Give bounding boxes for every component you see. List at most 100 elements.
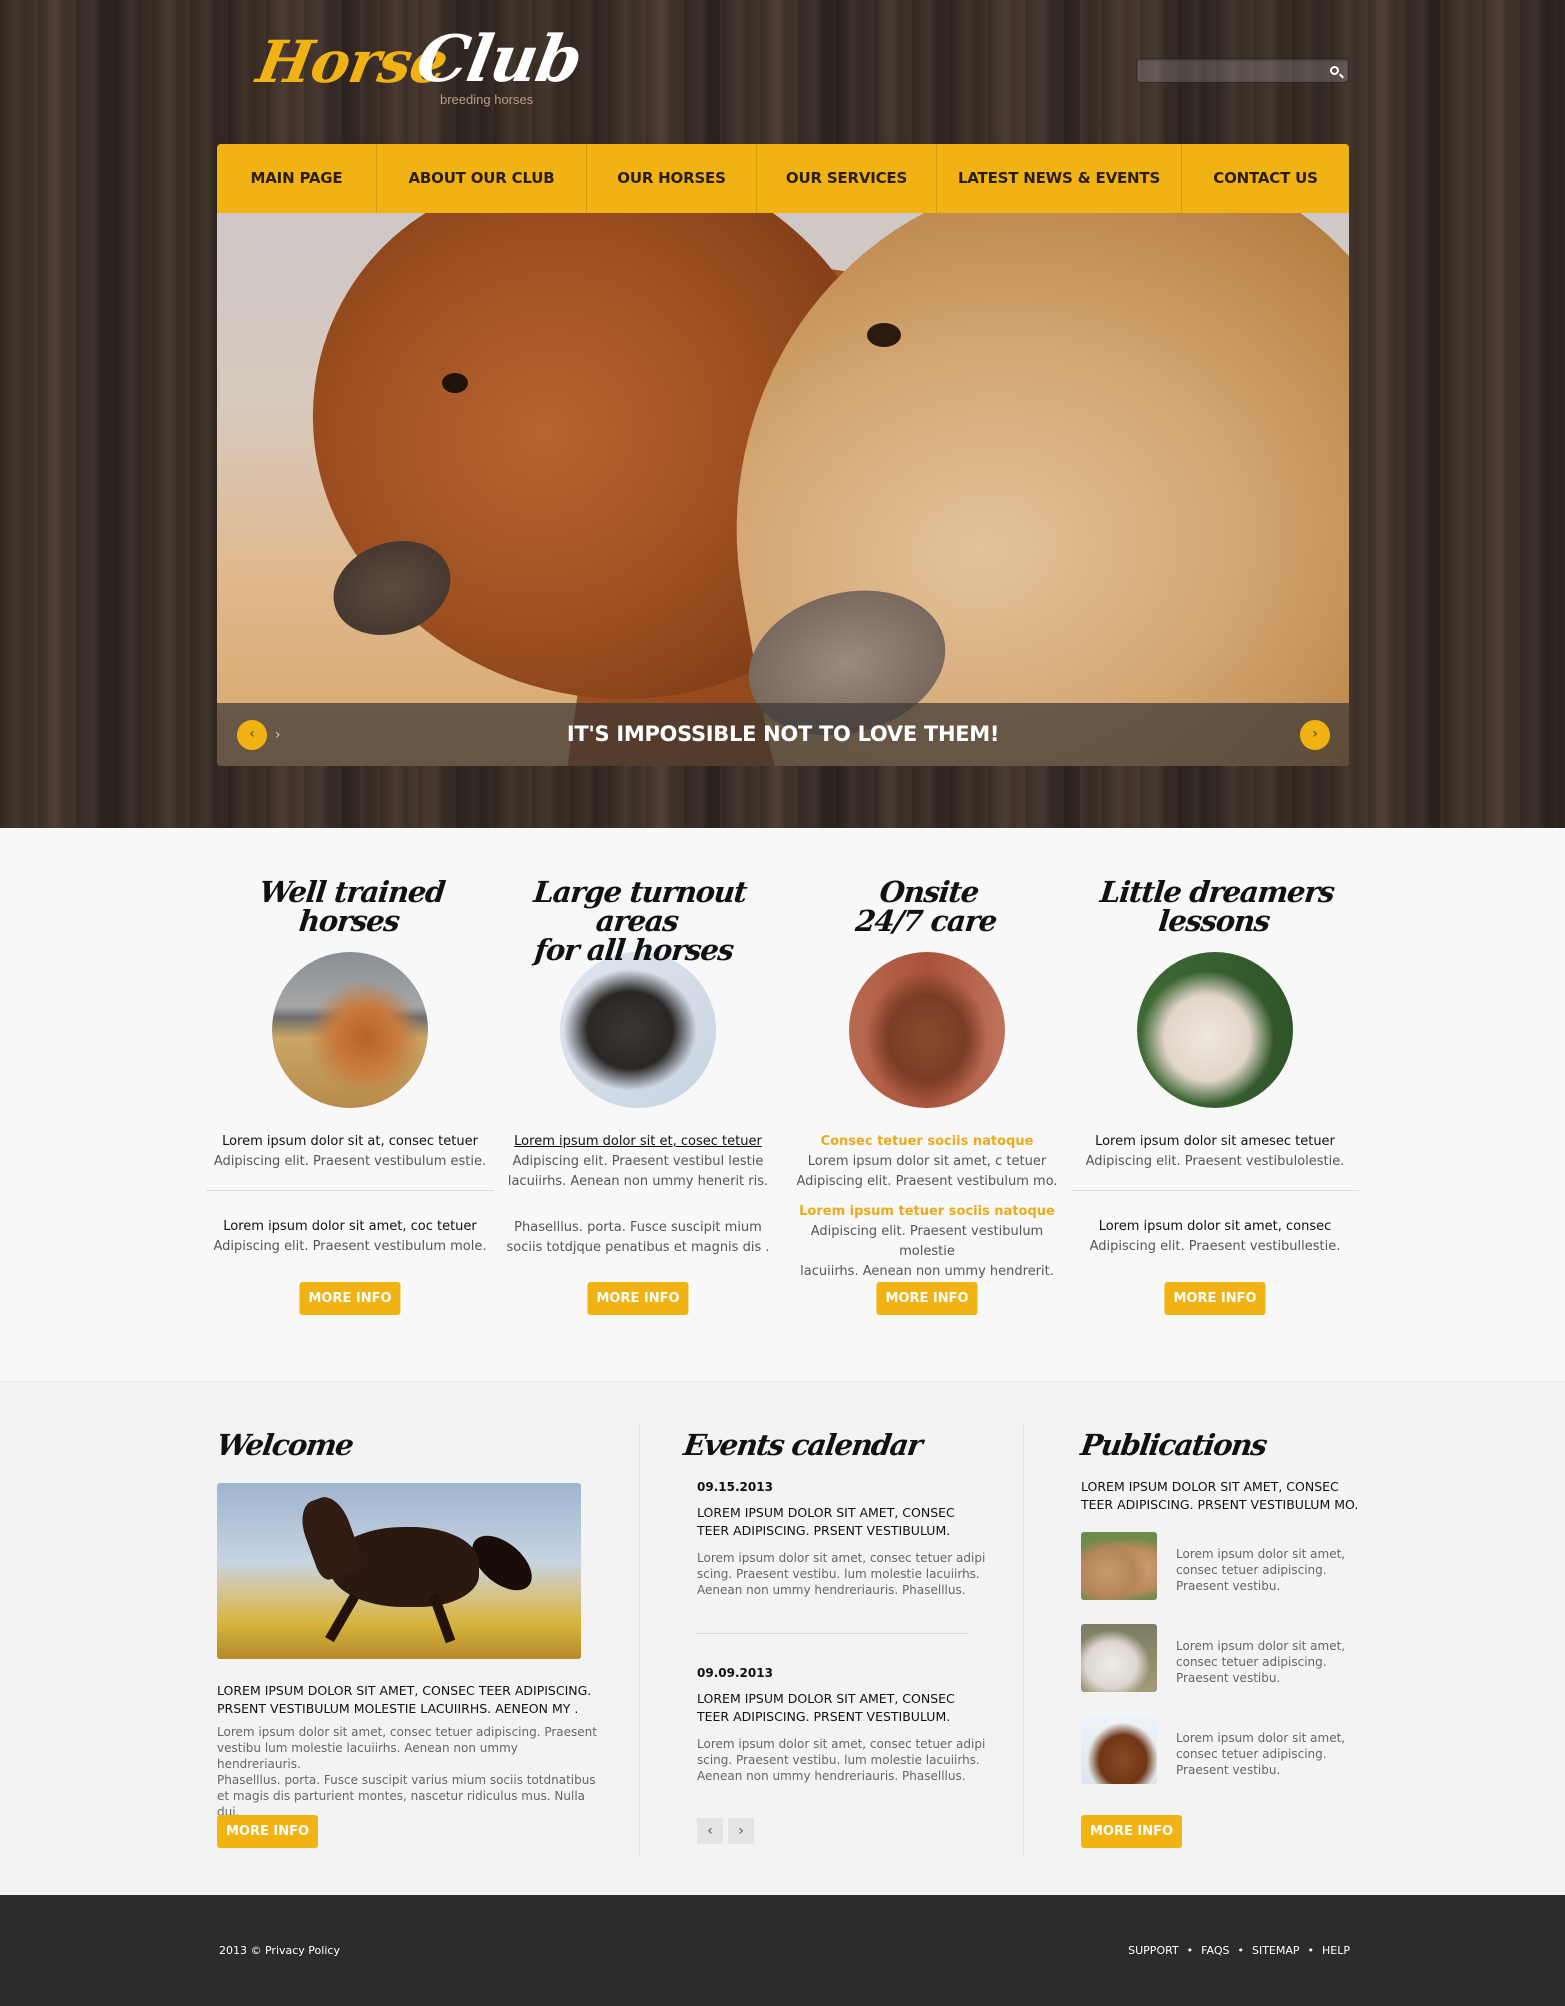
- feature-text: Adipiscing elit. Praesent vestibulum mo.: [796, 1174, 1058, 1189]
- events-next-button[interactable]: ›: [728, 1818, 754, 1844]
- main-nav: MAIN PAGE ABOUT OUR CLUB OUR HORSES OUR …: [217, 144, 1349, 213]
- chevron-right-icon: ›: [1312, 726, 1318, 742]
- publication-text: Lorem ipsum dolor sit amet, consec tetue…: [1176, 1731, 1346, 1777]
- feature-title: Large turnout areas for all horses: [532, 875, 748, 967]
- footer-link-faqs[interactable]: FAQS: [1201, 1944, 1229, 1957]
- more-info-button[interactable]: MORE INFO: [1164, 1282, 1266, 1315]
- divider: [206, 1190, 494, 1191]
- feature-lead-link[interactable]: Lorem ipsum dolor sit et, cosec tetuer: [494, 1132, 782, 1152]
- publication-thumbnail-white-horses: [1081, 1624, 1157, 1692]
- feature-title: Onsite 24/7 care: [853, 875, 999, 938]
- publications-column: Publications LOREM IPSUM DOLOR SIT AMET,…: [1078, 1383, 1361, 1895]
- feature-lead: Lorem ipsum dolor sit amesec tetuer: [1095, 1134, 1335, 1149]
- feature-text: sociis totdjque penatibus et magnis dis …: [506, 1240, 770, 1255]
- footer-copyright-privacy-link[interactable]: 2013 © Privacy Policy: [219, 1944, 340, 1957]
- event-divider: [697, 1633, 967, 1634]
- events-column: Events calendar 09.15.2013 LOREM IPSUM D…: [681, 1383, 987, 1895]
- feature-turnout-areas: Large turnout areas for all horses Lorem…: [494, 828, 782, 1315]
- events-title: Events calendar: [681, 1428, 924, 1462]
- feature-image-white-horse: [1137, 952, 1293, 1108]
- welcome-heading: LOREM IPSUM DOLOR SIT AMET, CONSEC TEER …: [217, 1683, 592, 1716]
- footer: 2013 © Privacy Policy SUPPORT • FAQS • S…: [0, 1895, 1565, 2006]
- column-divider: [639, 1425, 640, 1855]
- chevron-right-icon: ›: [738, 1823, 744, 1839]
- event-body: Lorem ipsum dolor sit amet, consec tetue…: [697, 1737, 986, 1783]
- event-heading[interactable]: LOREM IPSUM DOLOR SIT AMET, CONSEC TEER …: [697, 1504, 987, 1540]
- feature-text: Lorem ipsum dolor sit amet, c tetuer: [807, 1154, 1047, 1169]
- feature-text: Adipiscing elit. Praesent vestibullestie…: [1089, 1239, 1341, 1254]
- publication-text: Lorem ipsum dolor sit amet, consec tetue…: [1176, 1639, 1346, 1685]
- more-info-button[interactable]: MORE INFO: [876, 1282, 978, 1315]
- nav-item-latest-news-events[interactable]: LATEST NEWS & EVENTS: [937, 144, 1182, 213]
- feature-highlight: Consec tetuer sociis natoque: [820, 1134, 1034, 1149]
- event-item: 09.15.2013 LOREM IPSUM DOLOR SIT AMET, C…: [697, 1480, 987, 1598]
- feature-text: Adipiscing elit. Praesent vestibulum est…: [213, 1154, 487, 1169]
- logo-word-club: Club: [411, 22, 588, 97]
- feature-onsite-care: Onsite 24/7 care Consec tetuer sociis na…: [783, 828, 1071, 1315]
- slider-caption-bar: ‹ › IT'S IMPOSSIBLE NOT TO LOVE THEM! ›: [217, 703, 1349, 766]
- more-info-button[interactable]: MORE INFO: [587, 1282, 689, 1315]
- footer-links: SUPPORT • FAQS • SITEMAP • HELP: [1128, 1944, 1350, 1957]
- welcome-body: Lorem ipsum dolor sit amet, consec tetue…: [217, 1725, 597, 1819]
- more-info-button[interactable]: MORE INFO: [1081, 1815, 1183, 1848]
- publication-text: Lorem ipsum dolor sit amet, consec tetue…: [1176, 1547, 1346, 1593]
- feature-lead: Lorem ipsum dolor sit at, consec tetuer: [222, 1134, 478, 1149]
- footer-link-help[interactable]: HELP: [1322, 1944, 1350, 1957]
- event-date: 09.15.2013: [697, 1480, 773, 1494]
- separator-dot: •: [1237, 1944, 1244, 1957]
- divider: [1071, 1190, 1359, 1191]
- feature-highlight: Lorem ipsum tetuer sociis natoque: [799, 1204, 1055, 1219]
- feature-image-black-horse: [560, 952, 716, 1108]
- publication-item[interactable]: Lorem ipsum dolor sit amet, consec tetue…: [1081, 1624, 1351, 1694]
- feature-text: Adipiscing elit. Praesent vestibul lesti…: [512, 1154, 764, 1169]
- feature-lead: Lorem ipsum dolor sit amet, coc tetuer: [223, 1219, 477, 1234]
- separator-dot: •: [1307, 1944, 1315, 1957]
- feature-lead: Lorem ipsum dolor sit amet, consec: [1098, 1219, 1332, 1234]
- features-section: Well trained horses Lorem ipsum dolor si…: [0, 828, 1565, 1382]
- feature-well-trained: Well trained horses Lorem ipsum dolor si…: [206, 828, 494, 1315]
- publications-title: Publications: [1078, 1428, 1269, 1462]
- nav-item-our-horses[interactable]: OUR HORSES: [587, 144, 757, 213]
- footer-link-sitemap[interactable]: SITEMAP: [1252, 1944, 1300, 1957]
- slider-caption: IT'S IMPOSSIBLE NOT TO LOVE THEM!: [566, 722, 1000, 746]
- search-button[interactable]: [1325, 62, 1343, 80]
- feature-image-bay-horse: [849, 952, 1005, 1108]
- feature-little-dreamers: Little dreamers lessons Lorem ipsum dolo…: [1071, 828, 1359, 1315]
- nav-item-contact-us[interactable]: CONTACT US: [1182, 144, 1349, 213]
- nav-item-main-page[interactable]: MAIN PAGE: [217, 144, 377, 213]
- publication-thumbnail-bay-horse: [1081, 1716, 1157, 1784]
- publication-thumbnail-two-ponies: [1081, 1532, 1157, 1600]
- event-heading[interactable]: LOREM IPSUM DOLOR SIT AMET, CONSEC TEER …: [697, 1690, 987, 1726]
- feature-title: Little dreamers lessons: [1098, 875, 1336, 938]
- info-section: Welcome LOREM IPSUM DOLOR SIT AMET, CONS…: [0, 1383, 1565, 1895]
- separator-dot: •: [1186, 1944, 1194, 1957]
- feature-text: lacuiirhs. Aenean non ummy hendrerit.: [800, 1264, 1054, 1279]
- feature-text: Phaselllus. porta. Fusce suscipit mium: [514, 1220, 762, 1235]
- welcome-title: Welcome: [214, 1428, 355, 1462]
- search-input[interactable]: [1143, 61, 1323, 80]
- more-info-button[interactable]: MORE INFO: [217, 1815, 319, 1848]
- feature-text: Adipiscing elit. Praesent vestibulum mol…: [810, 1224, 1044, 1259]
- more-info-button[interactable]: MORE INFO: [299, 1282, 401, 1315]
- event-body: Lorem ipsum dolor sit amet, consec tetue…: [697, 1551, 986, 1597]
- welcome-column: Welcome LOREM IPSUM DOLOR SIT AMET, CONS…: [214, 1383, 597, 1895]
- chevron-left-icon: ‹: [707, 1823, 713, 1839]
- publication-item[interactable]: Lorem ipsum dolor sit amet, consec tetue…: [1081, 1532, 1351, 1602]
- feature-image-horse-laughing: [272, 952, 428, 1108]
- publications-heading: LOREM IPSUM DOLOR SIT AMET, CONSEC TEER …: [1081, 1479, 1359, 1512]
- feature-title: Well trained horses: [257, 875, 447, 938]
- logo[interactable]: Horse Club breeding horses: [252, 22, 587, 122]
- event-date: 09.09.2013: [697, 1666, 773, 1680]
- publication-item[interactable]: Lorem ipsum dolor sit amet, consec tetue…: [1081, 1716, 1351, 1786]
- event-item: 09.09.2013 LOREM IPSUM DOLOR SIT AMET, C…: [697, 1666, 987, 1784]
- logo-tagline: breeding horses: [440, 92, 534, 107]
- events-prev-button[interactable]: ‹: [697, 1818, 723, 1844]
- hero-slider: ‹ › IT'S IMPOSSIBLE NOT TO LOVE THEM! ›: [217, 213, 1349, 766]
- nav-item-our-services[interactable]: OUR SERVICES: [757, 144, 937, 213]
- slider-next-button[interactable]: ›: [1300, 720, 1330, 750]
- footer-link-support[interactable]: SUPPORT: [1128, 1944, 1179, 1957]
- feature-text: Adipiscing elit. Praesent vestibulum mol…: [213, 1239, 487, 1254]
- nav-item-about-our-club[interactable]: ABOUT OUR CLUB: [377, 144, 587, 213]
- feature-text: Adipiscing elit. Praesent vestibulolesti…: [1085, 1154, 1345, 1169]
- header-wood-background: Horse Club breeding horses MAIN PAGE ABO…: [0, 0, 1565, 828]
